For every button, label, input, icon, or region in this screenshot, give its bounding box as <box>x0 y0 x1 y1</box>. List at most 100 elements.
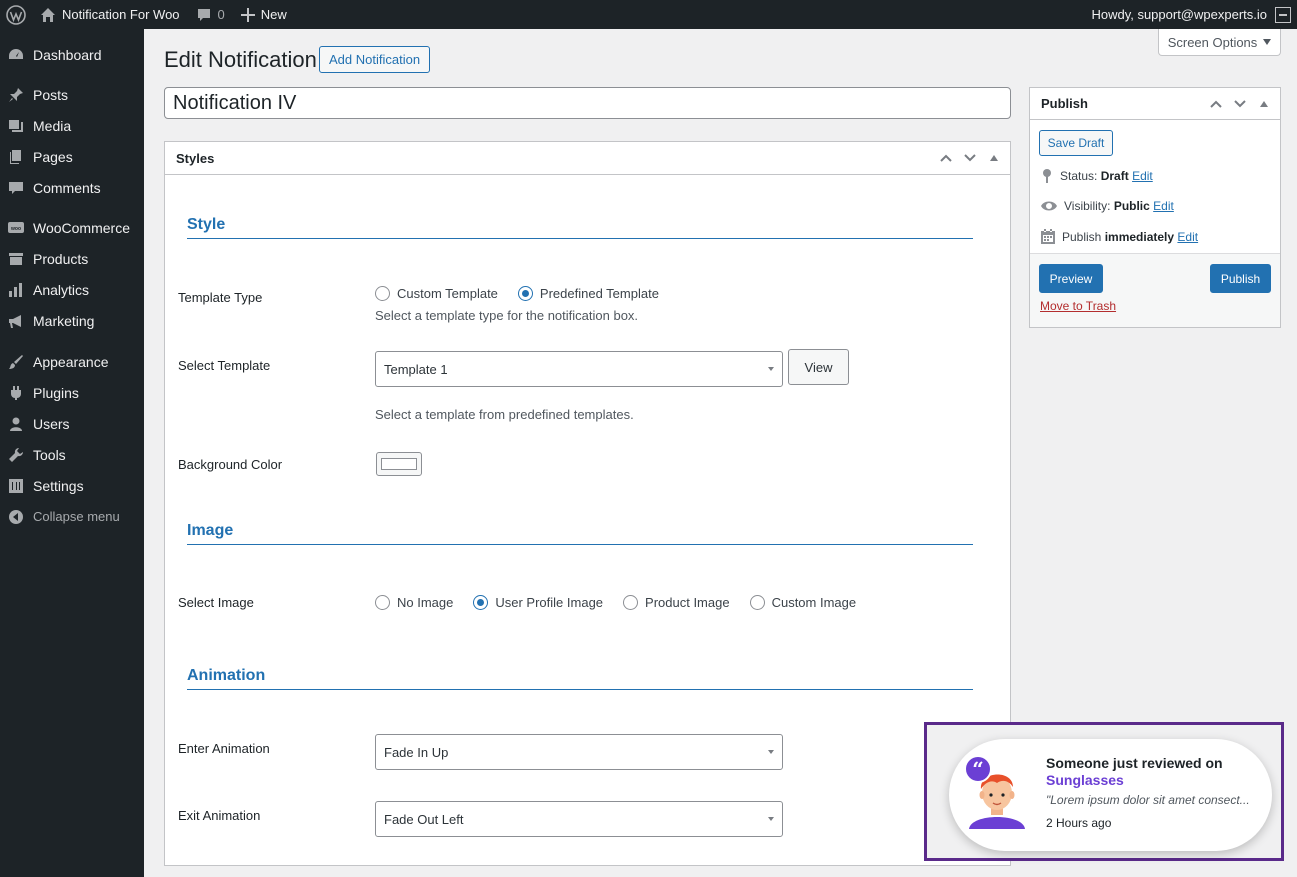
select-template-value: Template 1 <box>384 361 448 377</box>
radio-label: Product Image <box>645 595 730 610</box>
sidebar-item-tools[interactable]: Tools <box>0 439 144 470</box>
radio-custom-image[interactable]: Custom Image <box>749 595 857 610</box>
site-name-link[interactable]: Notification For Woo <box>32 0 188 29</box>
sidebar-item-label: Media <box>33 117 72 134</box>
svg-text:woo: woo <box>10 226 21 232</box>
radio-no-image[interactable]: No Image <box>375 595 453 610</box>
move-down-icon[interactable] <box>1230 94 1250 114</box>
calendar-icon <box>1041 229 1055 244</box>
sidebar-item-posts[interactable]: Posts <box>0 79 144 110</box>
woo-icon: woo <box>8 220 24 236</box>
sidebar-item-label: Marketing <box>33 312 95 329</box>
radio-product-image[interactable]: Product Image <box>623 595 730 610</box>
style-section-heading: Style <box>187 216 973 239</box>
status-value: Draft <box>1100 169 1129 183</box>
radio-indicator <box>517 286 533 301</box>
styles-metabox-title: Styles <box>176 150 215 166</box>
save-draft-button[interactable]: Save Draft <box>1039 130 1113 156</box>
template-type-description: Select a template type for the notificat… <box>375 308 639 323</box>
collapse-menu-label: Collapse menu <box>33 509 120 524</box>
move-up-icon[interactable] <box>936 148 956 168</box>
animation-section-heading: Animation <box>187 667 973 690</box>
notification-title: Someone just reviewed on <box>1046 755 1223 771</box>
select-image-label: Select Image <box>178 595 254 610</box>
background-color-label: Background Color <box>178 457 283 472</box>
sidebar-item-media[interactable]: Media <box>0 110 144 141</box>
quote-icon: “ <box>964 755 992 783</box>
sidebar-item-label: Analytics <box>33 281 90 298</box>
sidebar-item-marketing[interactable]: Marketing <box>0 305 144 336</box>
howdy-account[interactable]: Howdy, support@wpexperts.io <box>1083 0 1269 29</box>
wordpress-logo-icon[interactable] <box>0 0 32 29</box>
edit-visibility-link[interactable]: Edit <box>1153 199 1174 213</box>
move-down-icon[interactable] <box>960 148 980 168</box>
sidebar-item-users[interactable]: Users <box>0 408 144 439</box>
notification-popup[interactable]: “ Someone just reviewed on Sunglasses "L… <box>949 739 1272 851</box>
publish-button[interactable]: Publish <box>1210 264 1271 293</box>
background-color-picker[interactable] <box>376 452 422 476</box>
notification-timestamp: 2 Hours ago <box>1046 816 1112 830</box>
sidebar-item-analytics[interactable]: Analytics <box>0 274 144 305</box>
sidebar-item-plugins[interactable]: Plugins <box>0 377 144 408</box>
post-title-input[interactable]: Notification IV <box>164 87 1011 119</box>
comment-icon <box>8 180 24 196</box>
visibility-label: Visibility: <box>1064 199 1111 213</box>
add-notification-button[interactable]: Add Notification <box>319 46 431 73</box>
admin-bar: Notification For Woo 0 New Howdy, suppor… <box>0 0 1297 29</box>
enter-animation-value: Fade In Up <box>384 744 449 760</box>
sidebar-item-pages[interactable]: Pages <box>0 141 144 172</box>
visibility-value: Public <box>1113 199 1150 213</box>
radio-indicator <box>375 595 390 610</box>
pages-icon <box>8 149 24 165</box>
edit-publish-date-link[interactable]: Edit <box>1177 230 1198 244</box>
plus-icon <box>240 7 255 22</box>
select-template-dropdown[interactable]: Template 1 <box>375 351 783 387</box>
sidebar-item-label: Dashboard <box>33 46 102 63</box>
radio-label: Custom Image <box>771 595 857 610</box>
megaphone-icon <box>8 313 24 329</box>
template-type-radio-group: Custom Template Predefined Template <box>375 286 679 301</box>
exit-animation-dropdown[interactable]: Fade Out Left <box>375 801 783 837</box>
publish-date-label: Publish <box>1062 229 1102 244</box>
sidebar-item-settings[interactable]: Settings <box>0 470 144 501</box>
move-up-icon[interactable] <box>1206 94 1226 114</box>
sidebar-item-products[interactable]: Products <box>0 243 144 274</box>
comment-icon <box>197 8 210 21</box>
screen-options-button[interactable]: Screen Options <box>1158 29 1281 56</box>
sidebar-item-label: WooCommerce <box>33 219 130 236</box>
sidebar-item-label: Pages <box>33 148 73 165</box>
caret-down-icon <box>768 817 774 821</box>
enter-animation-dropdown[interactable]: Fade In Up <box>375 734 783 770</box>
media-icon <box>8 118 24 134</box>
sidebar-item-woocommerce[interactable]: woo WooCommerce <box>0 212 144 243</box>
radio-indicator <box>473 595 489 610</box>
caret-down-icon <box>768 750 774 754</box>
avatar[interactable] <box>1275 6 1291 23</box>
page-title: Edit Notification <box>164 47 317 72</box>
publish-metabox-title: Publish <box>1041 96 1088 111</box>
move-to-trash-link[interactable]: Move to Trash <box>1040 299 1116 313</box>
collapse-menu-button[interactable]: Collapse menu <box>0 501 144 532</box>
preview-button[interactable]: Preview <box>1039 264 1103 293</box>
exit-animation-label: Exit Animation <box>178 808 261 823</box>
radio-label: User Profile Image <box>495 595 604 610</box>
radio-indicator <box>375 286 390 301</box>
sidebar-item-label: Products <box>33 250 89 267</box>
admin-menu: Dashboard Posts Media Pages Comments woo… <box>0 29 144 877</box>
sidebar-item-appearance[interactable]: Appearance <box>0 346 144 377</box>
radio-custom-template[interactable]: Custom Template <box>375 286 498 301</box>
new-content-link[interactable]: New <box>233 0 295 29</box>
sidebar-item-dashboard[interactable]: Dashboard <box>0 39 144 70</box>
comments-link[interactable]: 0 <box>188 0 233 29</box>
edit-status-link[interactable]: Edit <box>1132 169 1153 183</box>
settings-icon <box>8 478 24 494</box>
radio-predefined-template[interactable]: Predefined Template <box>517 286 659 301</box>
styles-metabox-header: Styles <box>165 142 1010 175</box>
toggle-panel-icon[interactable] <box>1254 94 1274 114</box>
radio-user-profile-image[interactable]: User Profile Image <box>473 595 603 610</box>
toggle-panel-icon[interactable] <box>984 148 1004 168</box>
notification-product-link[interactable]: Sunglasses <box>1046 772 1124 788</box>
sidebar-item-comments[interactable]: Comments <box>0 172 144 203</box>
view-template-button[interactable]: View <box>788 349 849 385</box>
wrench-icon <box>8 447 24 463</box>
